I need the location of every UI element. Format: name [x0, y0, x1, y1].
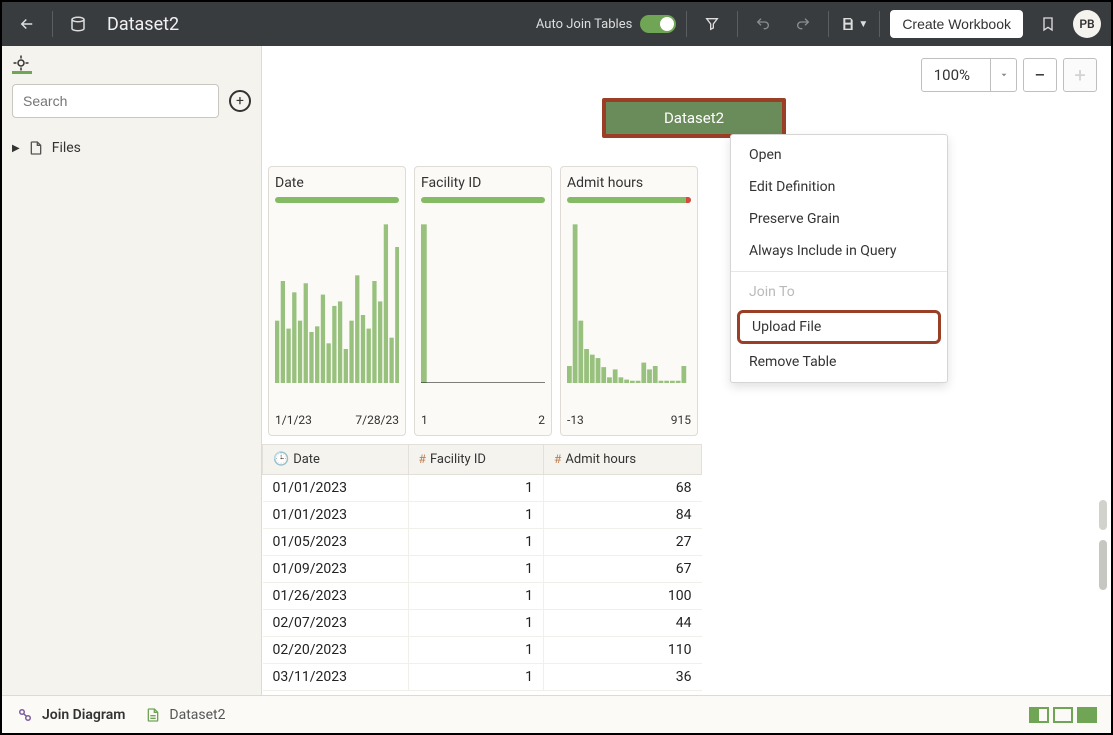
scrollbar-track: [1099, 500, 1107, 645]
column-title: Facility ID: [421, 175, 545, 191]
menu-remove-table[interactable]: Remove Table: [731, 346, 947, 378]
join-icon: [16, 706, 34, 724]
hash-icon: #: [419, 452, 426, 466]
divider: [686, 11, 687, 37]
autojoin-label: Auto Join Tables: [536, 17, 632, 32]
page-title: Dataset2: [107, 14, 179, 35]
layout-full-icon[interactable]: [1077, 707, 1097, 723]
axis-min: 1/1/23: [275, 413, 312, 427]
menu-preserve-grain[interactable]: Preserve Grain: [731, 203, 947, 235]
sheet-icon: [145, 707, 161, 723]
topbar: Dataset2 Auto Join Tables ▼ Create Workb…: [2, 2, 1111, 46]
menu-edit-definition[interactable]: Edit Definition: [731, 171, 947, 203]
tree-files-label: Files: [52, 140, 81, 156]
tab-dataset[interactable]: Dataset2: [145, 707, 225, 723]
sidebar: + ▶ Files: [2, 46, 262, 695]
back-button[interactable]: [12, 9, 42, 39]
canvas: 100% − + Dataset2 Date: [262, 46, 1111, 695]
quality-bar: [567, 197, 691, 203]
column-title: Date: [275, 175, 399, 191]
bookmark-icon[interactable]: [1033, 9, 1063, 39]
avatar[interactable]: PB: [1073, 10, 1101, 38]
table-row[interactable]: 03/11/2023136: [263, 664, 702, 691]
clock-icon: 🕒: [273, 452, 289, 467]
table-row[interactable]: 01/01/2023168: [263, 475, 702, 502]
filter-icon[interactable]: [697, 9, 727, 39]
quality-bar: [275, 197, 399, 203]
layout-icons: [1029, 707, 1097, 723]
table-row[interactable]: 01/09/2023167: [263, 556, 702, 583]
zoom-out-button[interactable]: −: [1023, 58, 1057, 92]
quality-bar: [421, 197, 545, 203]
divider: [737, 11, 738, 37]
tree-files-row[interactable]: ▶ Files: [12, 140, 251, 156]
chevron-down-icon: [990, 59, 1016, 91]
main-area: + ▶ Files 100% − + Dataset2: [2, 46, 1111, 695]
menu-always-include[interactable]: Always Include in Query: [731, 235, 947, 267]
axis-max: 915: [671, 413, 691, 427]
table-row[interactable]: 02/20/20231110: [263, 637, 702, 664]
caret-right-icon: ▶: [12, 143, 20, 154]
scrollbar-thumb[interactable]: [1099, 540, 1107, 590]
search-input[interactable]: [12, 84, 219, 118]
column-title: Admit hours: [567, 175, 691, 191]
table-row[interactable]: 01/26/20231100: [263, 583, 702, 610]
layout-split-icon[interactable]: [1029, 707, 1049, 723]
table-row[interactable]: 01/01/2023184: [263, 502, 702, 529]
target-icon[interactable]: [12, 54, 32, 74]
zoom-value: 100%: [922, 66, 990, 84]
divider: [879, 11, 880, 37]
scrollbar-thumb[interactable]: [1099, 500, 1107, 530]
col-header-facility[interactable]: #Facility ID: [408, 445, 543, 475]
table-row[interactable]: 01/05/2023127: [263, 529, 702, 556]
zoom-in-button[interactable]: +: [1063, 58, 1097, 92]
admit-histogram: [567, 213, 691, 409]
column-card-date[interactable]: Date: [268, 166, 406, 436]
file-icon: [28, 140, 44, 156]
facility-histogram: [421, 213, 545, 409]
dataset-icon: [63, 9, 93, 39]
col-header-date[interactable]: 🕒Date: [263, 445, 409, 475]
zoom-select[interactable]: 100%: [921, 58, 1017, 92]
col-header-admit[interactable]: #Admit hours: [544, 445, 702, 475]
menu-separator: [731, 271, 947, 272]
menu-open[interactable]: Open: [731, 139, 947, 171]
menu-join-to: Join To: [731, 276, 947, 308]
undo-icon[interactable]: [748, 9, 778, 39]
divider: [828, 11, 829, 37]
column-card-facility[interactable]: Facility ID 1 2: [414, 166, 552, 436]
hash-icon: #: [554, 452, 561, 466]
save-menu-button[interactable]: ▼: [839, 9, 869, 39]
context-menu: Open Edit Definition Preserve Grain Alwa…: [730, 134, 948, 383]
axis-max: 7/28/23: [355, 413, 399, 427]
tab-join-diagram[interactable]: Join Diagram: [16, 706, 125, 724]
tree: ▶ Files: [12, 140, 251, 156]
table-row[interactable]: 02/07/2023144: [263, 610, 702, 637]
create-workbook-button[interactable]: Create Workbook: [890, 10, 1023, 38]
dataset-tab-chip[interactable]: Dataset2: [602, 98, 786, 138]
layout-empty-icon[interactable]: [1053, 707, 1073, 723]
data-table: 🕒Date #Facility ID #Admit hours 01/01/20…: [262, 444, 1111, 695]
autojoin-toggle-row: Auto Join Tables: [536, 15, 676, 33]
axis-min: -13: [567, 413, 584, 427]
axis-max: 2: [538, 413, 545, 427]
zoom-controls: 100% − +: [921, 58, 1097, 92]
divider: [52, 11, 53, 37]
menu-upload-file[interactable]: Upload File: [737, 310, 941, 344]
column-card-admit-hours[interactable]: Admit hours: [560, 166, 698, 436]
column-preview-cards: Date: [268, 166, 698, 436]
autojoin-toggle[interactable]: [640, 15, 676, 33]
add-button[interactable]: +: [229, 90, 251, 112]
bottom-tabs: Join Diagram Dataset2: [2, 695, 1111, 733]
tab-dataset-label: Dataset2: [169, 707, 225, 723]
redo-icon[interactable]: [788, 9, 818, 39]
tab-join-label: Join Diagram: [42, 707, 125, 723]
axis-min: 1: [421, 413, 428, 427]
date-histogram: [275, 213, 399, 409]
